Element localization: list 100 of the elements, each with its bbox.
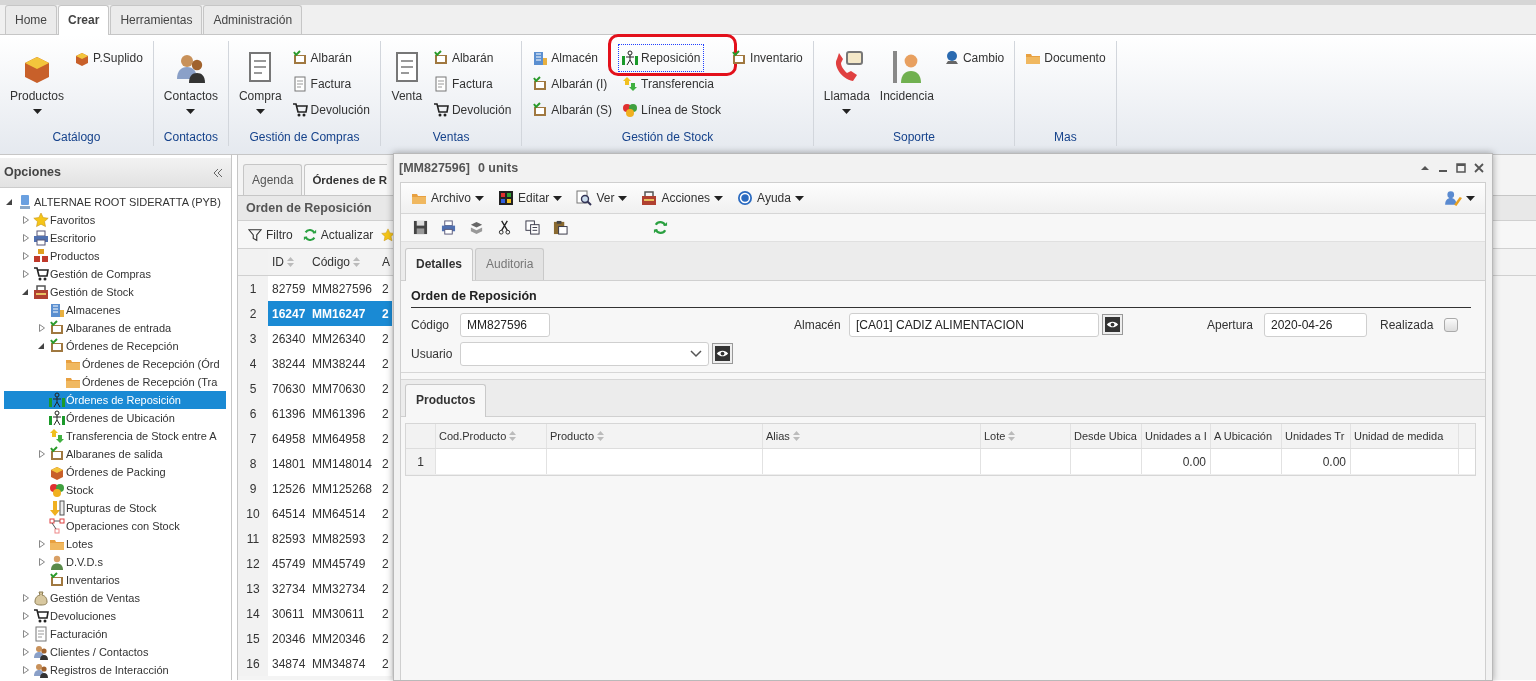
ribbon-button[interactable]: Documento <box>1022 45 1109 71</box>
lookup-field[interactable]: [CA01] CADIZ ALIMENTACION <box>849 312 1099 337</box>
tree-item[interactable]: Inventarios <box>4 571 226 589</box>
refresh-icon[interactable] <box>653 220 668 235</box>
ribbon-button[interactable]: Factura <box>429 71 515 97</box>
star-icon[interactable] <box>381 227 396 242</box>
checkbox[interactable] <box>1444 317 1458 332</box>
tree-item[interactable]: Clientes / Contactos <box>4 643 226 661</box>
tab[interactable]: Auditoria <box>475 248 545 280</box>
ribbon-button[interactable]: Devolución <box>288 97 373 123</box>
collapsed-icon[interactable] <box>36 556 48 568</box>
table-row[interactable]: 4 38244 MM38244 2 <box>238 351 392 376</box>
tree-item[interactable]: Facturación <box>4 625 226 643</box>
tree-item[interactable]: Devoluciones <box>4 607 226 625</box>
collapsed-icon[interactable] <box>36 322 48 334</box>
tree-item[interactable]: Lotes <box>4 535 226 553</box>
tab[interactable]: Órdenes de R <box>304 164 388 195</box>
tree-item[interactable]: Escritorio <box>4 229 226 247</box>
collapse-icon[interactable] <box>213 167 223 178</box>
collapsed-icon[interactable] <box>20 592 32 604</box>
table-row[interactable]: 9 12526 MM125268 2 <box>238 476 392 501</box>
tree-item[interactable]: Órdenes de Recepción (Tra <box>4 373 226 391</box>
column-header[interactable]: A <box>378 249 390 275</box>
collapsed-icon[interactable] <box>20 232 32 244</box>
collapsed-icon[interactable] <box>20 610 32 622</box>
collapsed-icon[interactable] <box>20 214 32 226</box>
menu-button[interactable]: Ayuda <box>735 189 806 207</box>
collapse-icon[interactable] <box>1420 163 1430 173</box>
tree-item[interactable]: Órdenes de Ubicación <box>4 409 226 427</box>
tab[interactable]: Agenda <box>243 164 303 195</box>
tree-item[interactable]: Favoritos <box>4 211 226 229</box>
text-field[interactable]: 2020-04-26 <box>1264 312 1367 337</box>
column-header[interactable]: Unidades a I <box>1142 424 1211 448</box>
ribbon-button[interactable]: Albarán <box>429 45 515 71</box>
ribbon-button[interactable]: Productos <box>7 45 68 124</box>
ribbon-button[interactable]: Transferencia <box>619 71 725 97</box>
column-header[interactable]: Unidades Tr <box>1282 424 1351 448</box>
user-menu-button[interactable] <box>1442 189 1477 207</box>
ribbon-button[interactable]: Albarán (S) <box>529 97 616 123</box>
column-header[interactable]: Código <box>308 249 378 275</box>
tab[interactable]: Home <box>5 5 57 34</box>
tree-item[interactable]: Albaranes de entrada <box>4 319 226 337</box>
paste-icon[interactable] <box>553 220 568 235</box>
tree-item[interactable]: Registros de Interacción <box>4 661 226 679</box>
ribbon-button[interactable]: Inventario <box>728 45 806 71</box>
save-icon[interactable] <box>413 220 428 235</box>
column-header[interactable]: A Ubicación <box>1211 424 1282 448</box>
ribbon-button[interactable]: Devolución <box>429 97 515 123</box>
printer-icon[interactable] <box>441 220 456 235</box>
tab[interactable]: Productos <box>405 384 487 417</box>
table-row[interactable]: 10 64514 MM64514 2 <box>238 501 392 526</box>
ribbon-button[interactable]: Contactos <box>160 45 221 124</box>
table-row[interactable]: 14 30611 MM30611 2 <box>238 601 392 626</box>
table-row[interactable]: 3 26340 MM26340 2 <box>238 326 392 351</box>
collapsed-icon[interactable] <box>20 628 32 640</box>
column-header[interactable]: ID <box>268 249 308 275</box>
ribbon-button[interactable]: Albarán <box>288 45 373 71</box>
close-icon[interactable] <box>1474 163 1484 173</box>
table-row[interactable]: 6 61396 MM61396 2 <box>238 401 392 426</box>
ribbon-button[interactable]: P.Suplido <box>71 45 146 71</box>
collapsed-icon[interactable] <box>20 646 32 658</box>
ribbon-button[interactable]: Llamada <box>820 45 873 124</box>
lookup-button[interactable] <box>1102 314 1123 336</box>
column-header[interactable]: Producto <box>547 424 763 448</box>
tab[interactable]: Administración <box>203 5 303 34</box>
tree-item[interactable]: Órdenes de Recepción (Órd <box>4 355 226 373</box>
select-field[interactable] <box>460 341 709 366</box>
stack-icon[interactable] <box>469 220 484 235</box>
ribbon-button[interactable]: Venta <box>387 45 426 124</box>
column-header[interactable]: Desde Ubica <box>1071 424 1142 448</box>
column-header[interactable]: Unidad de medida <box>1351 424 1459 448</box>
ribbon-button[interactable]: Incidencia <box>876 45 937 124</box>
toolbar-button[interactable]: Filtro <box>246 225 295 244</box>
collapsed-icon[interactable] <box>20 250 32 262</box>
tree-item[interactable]: Gestión de Stock <box>4 283 226 301</box>
tree-item[interactable]: Almacenes <box>4 301 226 319</box>
maximize-icon[interactable] <box>1456 163 1466 173</box>
lookup-button[interactable] <box>712 343 733 365</box>
toolbar-button[interactable]: Actualizar <box>300 225 376 244</box>
table-row[interactable]: 15 20346 MM20346 2 <box>238 626 392 651</box>
tree-item[interactable]: Rupturas de Stock <box>4 499 226 517</box>
scissors-icon[interactable] <box>497 220 512 235</box>
ribbon-button[interactable]: Reposición <box>619 45 704 71</box>
table-row[interactable]: 2 16247 MM16247 2 <box>238 301 392 326</box>
table-row[interactable]: 16 34874 MM34874 2 <box>238 651 392 676</box>
collapsed-icon[interactable] <box>20 664 32 676</box>
menu-button[interactable]: Ver <box>574 189 630 207</box>
column-header[interactable]: Alias <box>763 424 981 448</box>
tab[interactable]: Herramientas <box>110 5 203 34</box>
tree-item[interactable]: Stock <box>4 481 226 499</box>
tree-item[interactable]: Órdenes de Recepción <box>4 337 226 355</box>
table-row[interactable]: 7 64958 MM64958 2 <box>238 426 392 451</box>
tree-item[interactable]: Productos <box>4 247 226 265</box>
collapsed-icon[interactable] <box>36 538 48 550</box>
tree-item[interactable]: Transferencia de Stock entre A <box>4 427 226 445</box>
tree-item[interactable]: Gestión de Compras <box>4 265 226 283</box>
table-row[interactable]: 11 82593 MM82593 2 <box>238 526 392 551</box>
table-row[interactable]: 13 32734 MM32734 2 <box>238 576 392 601</box>
tree-item[interactable]: D.V.D.s <box>4 553 226 571</box>
tree-item[interactable]: ALTERNAE ROOT SIDERATTA (PYB) <box>4 193 226 211</box>
